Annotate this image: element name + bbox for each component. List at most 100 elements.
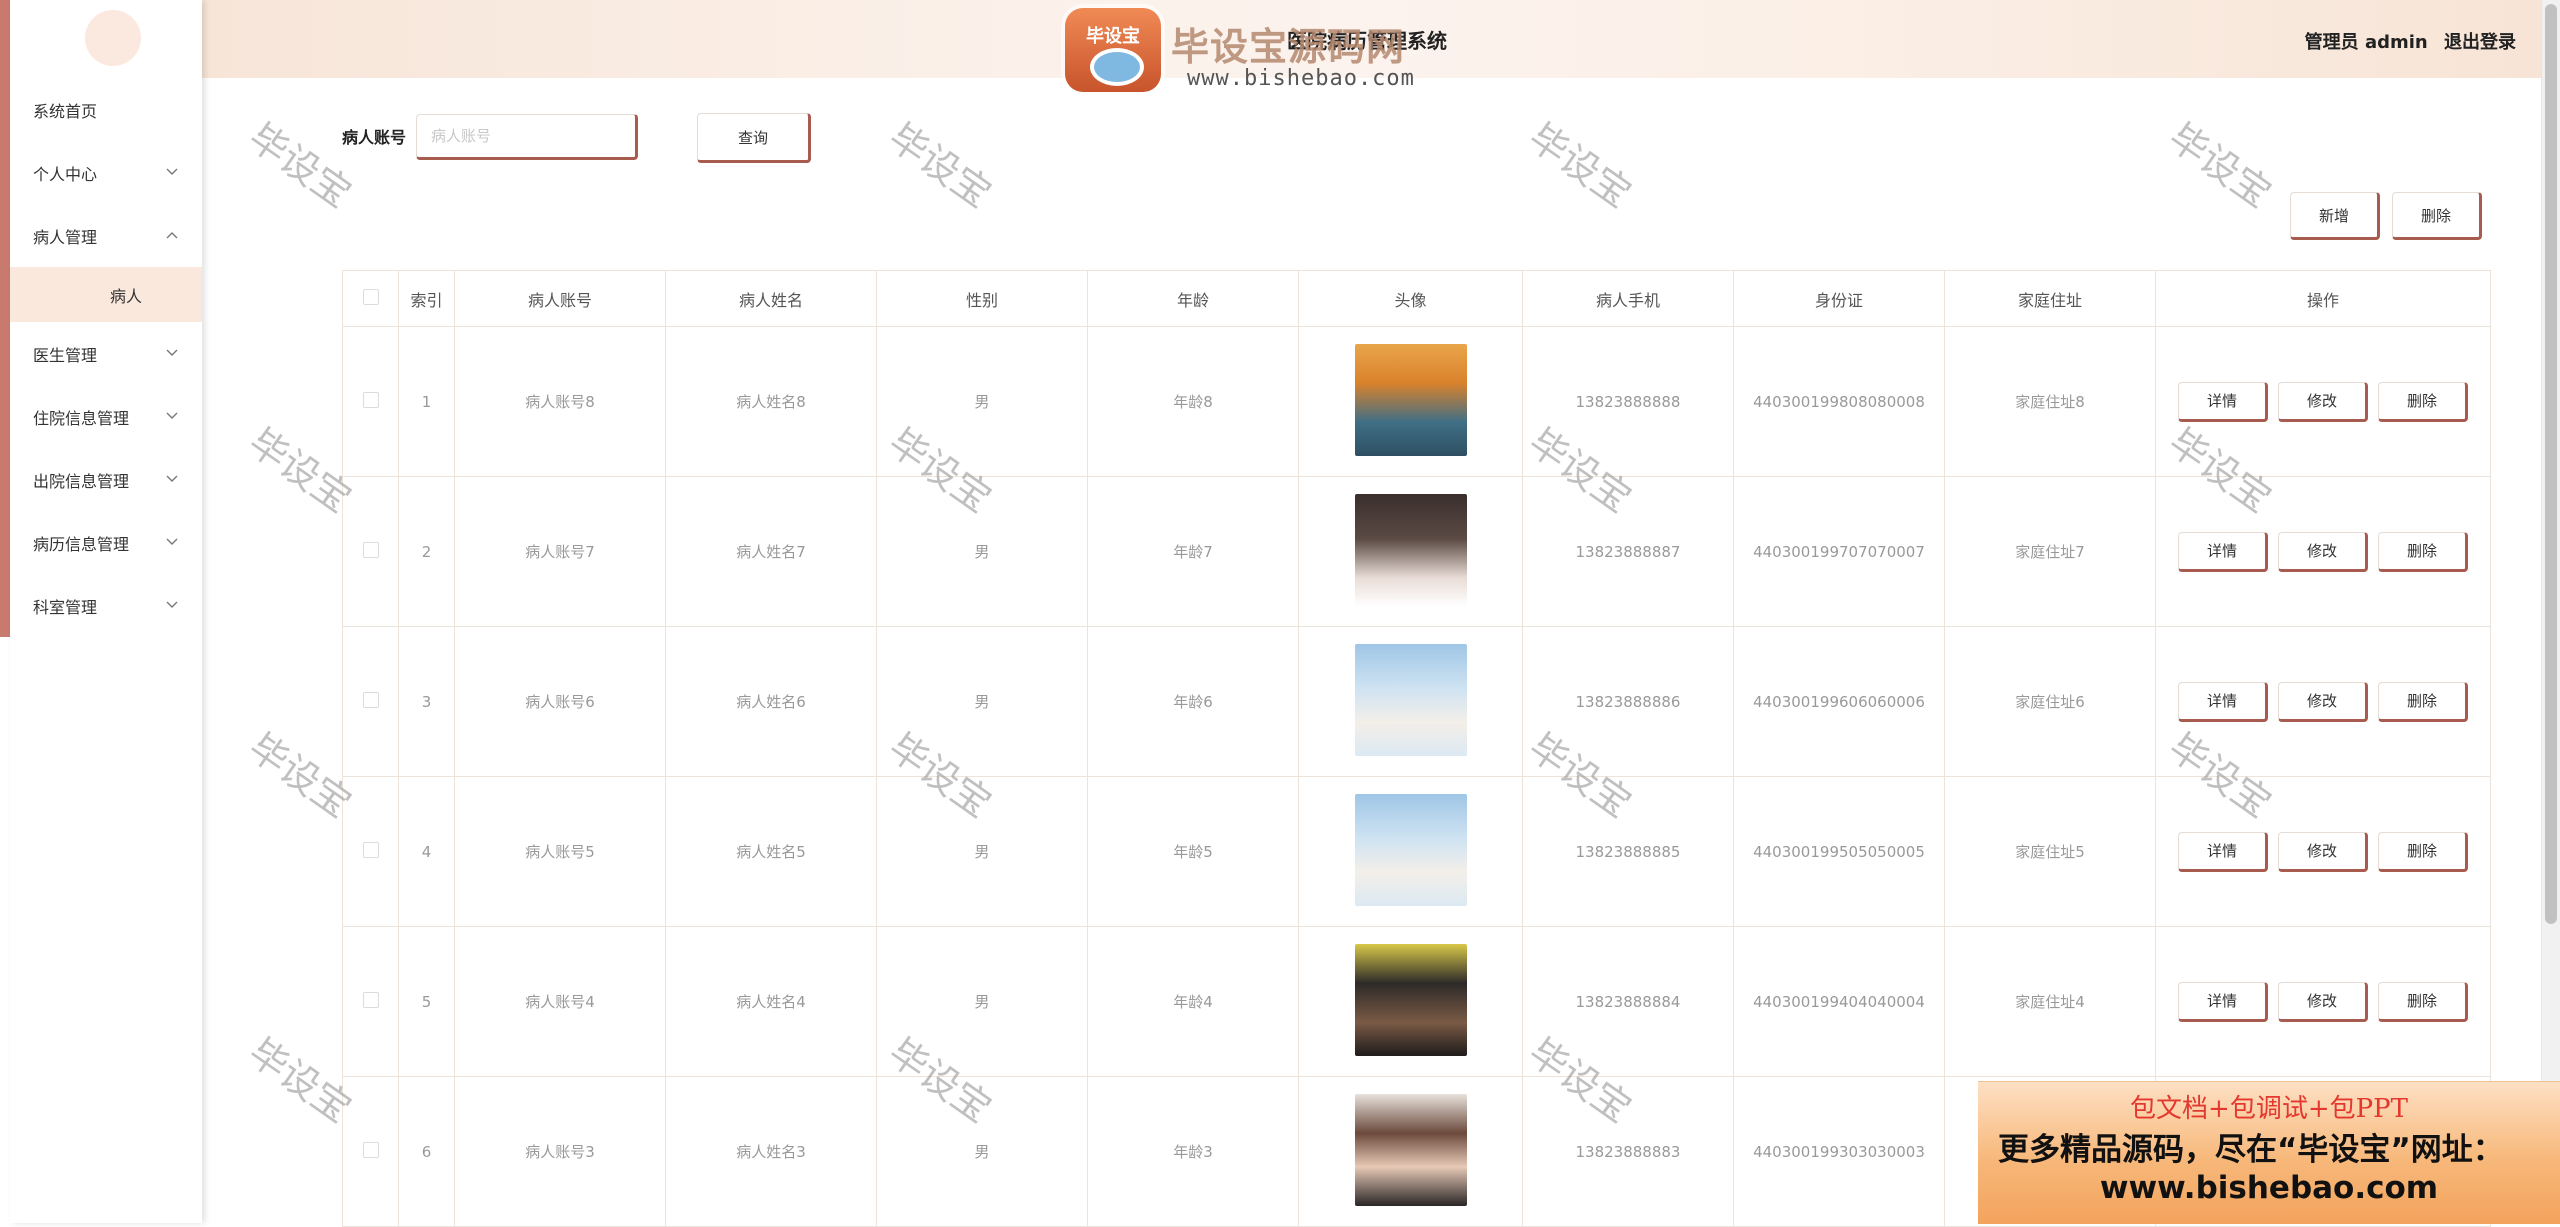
cell-age: 年龄5 (1087, 776, 1299, 927)
cell-address: 家庭住址6 (1944, 626, 2156, 777)
cell-name: 病人姓名5 (665, 776, 877, 927)
edit-button[interactable]: 修改 (2278, 981, 2368, 1022)
cell-address: 家庭住址4 (1944, 926, 2156, 1077)
delete-button[interactable]: 删除 (2378, 681, 2468, 722)
query-button[interactable]: 查询 (697, 113, 811, 163)
cell-id_card: 440300199606060006 (1733, 626, 1945, 777)
edit-button[interactable]: 修改 (2278, 381, 2368, 422)
sidebar-item-label: 个人中心 (33, 164, 98, 184)
cell-account: 病人账号8 (454, 326, 666, 477)
detail-button[interactable]: 详情 (2178, 531, 2268, 572)
watermark-logo: 毕设宝 毕设宝源码网 www.bishebao.com (1057, 4, 1447, 92)
detail-button[interactable]: 详情 (2178, 681, 2268, 722)
cell-name: 病人姓名3 (665, 1076, 877, 1227)
cell-index: 3 (398, 626, 455, 777)
table-row: 1 病人账号8 病人姓名8 男年龄8 13823888888 44030019980808… (342, 326, 2491, 477)
row-actions-cell: 详情修改删除 (2155, 326, 2491, 477)
table-row: 5 病人账号4 病人姓名4 男年龄4 13823888884 44030019940404… (342, 926, 2491, 1077)
chevron-up-icon (166, 228, 178, 243)
sidebar-item-6[interactable]: 病历信息管理 (10, 511, 202, 574)
avatar-cell (1298, 626, 1523, 777)
sidebar-item-4[interactable]: 住院信息管理 (10, 385, 202, 448)
sidebar-item-label: 住院信息管理 (33, 408, 130, 428)
cell-account: 病人账号6 (454, 626, 666, 777)
cell-phone: 13823888884 (1522, 926, 1734, 1077)
row-actions-cell: 详情修改删除 (2155, 626, 2491, 777)
cell-phone: 13823888886 (1522, 626, 1734, 777)
cell-id_card: 440300199808080008 (1733, 326, 1945, 477)
sidebar-item-1[interactable]: 个人中心 (10, 141, 202, 204)
sidebar-item-label: 系统首页 (33, 101, 98, 121)
column-header-8: 身份证 (1733, 270, 1945, 327)
logout-link[interactable]: 退出登录 (2444, 32, 2516, 53)
delete-button[interactable]: 删除 (2378, 531, 2468, 572)
delete-button[interactable]: 删除 (2378, 981, 2468, 1022)
cell-gender: 男 (876, 326, 1088, 477)
sidebar-item-5[interactable]: 出院信息管理 (10, 448, 202, 511)
row-select-cell[interactable] (342, 926, 399, 1077)
select-all-checkbox[interactable] (362, 288, 379, 305)
row-checkbox[interactable] (362, 691, 379, 708)
delete-button[interactable]: 删除 (2378, 831, 2468, 872)
sidebar-item-7[interactable]: 科室管理 (10, 574, 202, 637)
row-select-cell[interactable] (342, 476, 399, 627)
edit-button[interactable]: 修改 (2278, 831, 2368, 872)
row-select-cell[interactable] (342, 626, 399, 777)
cell-id_card: 440300199505050005 (1733, 776, 1945, 927)
sidebar-subitem-2-0[interactable]: 病人 (10, 267, 202, 322)
add-button[interactable]: 新增 (2290, 192, 2380, 240)
cell-phone: 13823888885 (1522, 776, 1734, 927)
sidebar-item-0[interactable]: 系统首页 (10, 78, 202, 141)
avatar-cell (1298, 776, 1523, 927)
row-checkbox[interactable] (362, 541, 379, 558)
cell-id_card: 440300199303030003 (1733, 1076, 1945, 1227)
edit-button[interactable]: 修改 (2278, 531, 2368, 572)
watermark-text: 毕设宝 (1520, 114, 1640, 217)
column-header-0[interactable] (342, 270, 399, 327)
cell-id_card: 440300199707070007 (1733, 476, 1945, 627)
scrollbar-thumb[interactable] (2545, 4, 2557, 924)
column-header-6: 头像 (1298, 270, 1523, 327)
cell-gender: 男 (876, 776, 1088, 927)
cell-account: 病人账号7 (454, 476, 666, 627)
cell-gender: 男 (876, 626, 1088, 777)
row-checkbox[interactable] (362, 991, 379, 1008)
cell-age: 年龄3 (1087, 1076, 1299, 1227)
cell-gender: 男 (876, 1076, 1088, 1227)
cell-age: 年龄8 (1087, 326, 1299, 477)
sidebar-item-2[interactable]: 病人管理 (10, 204, 202, 267)
detail-button[interactable]: 详情 (2178, 831, 2268, 872)
sidebar-item-label: 出院信息管理 (33, 471, 130, 491)
cell-account: 病人账号3 (454, 1076, 666, 1227)
row-select-cell[interactable] (342, 1076, 399, 1227)
row-actions-cell: 详情修改删除 (2155, 476, 2491, 627)
cell-index: 2 (398, 476, 455, 627)
sidebar-item-3[interactable]: 医生管理 (10, 322, 202, 385)
batch-delete-button[interactable]: 删除 (2392, 192, 2482, 240)
header-user-area: 管理员 admin 退出登录 (2295, 28, 2516, 54)
row-checkbox[interactable] (362, 391, 379, 408)
avatar-cell (1298, 326, 1523, 477)
row-select-cell[interactable] (342, 776, 399, 927)
detail-button[interactable]: 详情 (2178, 381, 2268, 422)
table-header-row: 索引 病人账号 病人姓名 性别 年龄 头像 病人手机 身份证 家庭住址 操作 (342, 270, 2491, 327)
sidebar-avatar (85, 10, 141, 66)
detail-button[interactable]: 详情 (2178, 981, 2268, 1022)
table-row: 3 病人账号6 病人姓名6 男年龄6 13823888886 44030019960606… (342, 626, 2491, 777)
avatar-cell (1298, 926, 1523, 1077)
logo-url: www.bishebao.com (1187, 66, 1415, 91)
row-checkbox[interactable] (362, 841, 379, 858)
avatar-cell (1298, 476, 1523, 627)
ad-line-3: www.bishebao.com (2099, 1170, 2439, 1206)
row-checkbox[interactable] (362, 1141, 379, 1158)
delete-button[interactable]: 删除 (2378, 381, 2468, 422)
logo-text: 毕设宝源码网 (1171, 25, 1406, 69)
edit-button[interactable]: 修改 (2278, 681, 2368, 722)
chevron-down-icon (166, 409, 178, 424)
page-scrollbar[interactable] (2541, 0, 2560, 1223)
row-actions-cell: 详情修改删除 (2155, 776, 2491, 927)
row-select-cell[interactable] (342, 326, 399, 477)
search-label: 病人账号 (342, 128, 407, 147)
logo-badge-text: 毕设宝 (1086, 26, 1140, 47)
search-input[interactable] (416, 114, 638, 160)
